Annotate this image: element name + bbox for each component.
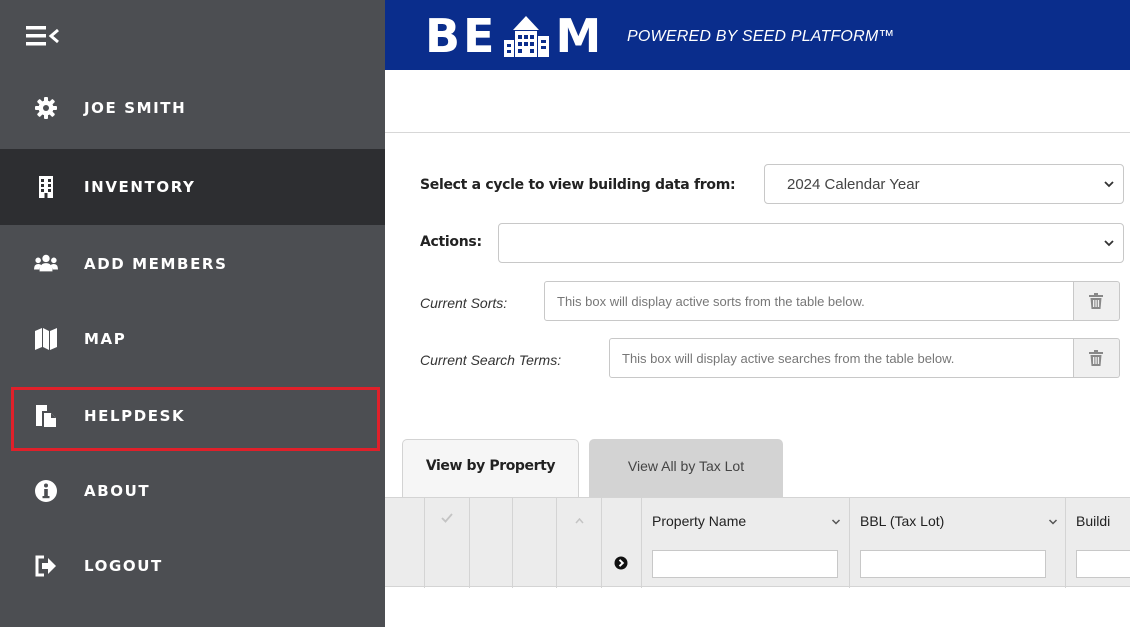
building-filter-input[interactable]: [1076, 550, 1130, 578]
top-header: BE M POWERED BY SEED PLATFORM™: [385, 0, 1130, 70]
sidebar-item-label: INVENTORY: [84, 178, 196, 196]
current-search-label: Current Search Terms:: [420, 352, 562, 368]
column-title: Property Name: [652, 513, 747, 529]
actions-select[interactable]: [498, 223, 1124, 263]
tab-label: View by Property: [425, 458, 556, 474]
bbl-filter-input[interactable]: [860, 550, 1046, 578]
grid-spacer-column: [385, 498, 425, 588]
sidebar-item-label: LOGOUT: [84, 557, 163, 575]
tab-label: View All by Tax Lot: [627, 458, 745, 474]
property-name-filter-input[interactable]: [652, 550, 838, 578]
sidebar: JOE SMITH INVENTORY ADD MEMBERS MAP HELP…: [0, 0, 385, 627]
grid-header: Property Name BBL (Tax Lot) Buildi: [385, 497, 1130, 588]
select-all-column[interactable]: [425, 498, 470, 588]
sidebar-item-label: JOE SMITH: [84, 99, 187, 117]
sidebar-collapse-toggle[interactable]: [26, 24, 66, 48]
chevron-down-icon[interactable]: [1048, 517, 1058, 527]
column-title: BBL (Tax Lot): [860, 513, 945, 529]
sidebar-header: [0, 0, 385, 70]
collapse-menu-icon: [26, 26, 59, 46]
building-logo-icon: [504, 16, 550, 57]
sidebar-item-about[interactable]: ABOUT: [0, 453, 385, 529]
tab-view-by-property[interactable]: View by Property: [402, 439, 579, 497]
sidebar-item-label: ADD MEMBERS: [84, 255, 228, 273]
sidebar-item-inventory[interactable]: INVENTORY: [0, 149, 385, 225]
chevron-down-icon: [1104, 240, 1114, 247]
current-sorts-label: Current Sorts:: [420, 295, 508, 311]
current-sorts-placeholder: This box will display active sorts from …: [557, 294, 865, 309]
cycle-label: Select a cycle to view building data fro…: [420, 177, 736, 193]
beam-logo[interactable]: BE M: [425, 12, 604, 60]
column-building[interactable]: Buildi: [1066, 498, 1130, 588]
expand-column[interactable]: [602, 498, 642, 588]
sidebar-item-map[interactable]: MAP: [0, 301, 385, 377]
divider: [385, 132, 1130, 133]
clear-search-button[interactable]: [1074, 338, 1120, 378]
logo-text-left: BE: [425, 9, 498, 63]
expand-arrow-icon: [614, 556, 628, 570]
clear-sorts-button[interactable]: [1074, 281, 1120, 321]
grid-blank-column: [513, 498, 557, 588]
checkmark-icon: [441, 513, 453, 523]
chevron-down-icon: [1104, 181, 1114, 188]
cycle-select-value: 2024 Calendar Year: [787, 176, 920, 193]
sidebar-item-logout[interactable]: LOGOUT: [0, 528, 385, 604]
trash-icon: [1089, 350, 1103, 366]
sidebar-item-helpdesk[interactable]: HELPDESK: [0, 378, 385, 454]
chevron-up-icon: [575, 517, 584, 524]
sidebar-item-joe-smith[interactable]: JOE SMITH: [0, 70, 385, 146]
tagline: POWERED BY SEED PLATFORM™: [627, 28, 895, 45]
trash-icon: [1089, 293, 1103, 309]
current-search-box: This box will display active searches fr…: [609, 338, 1074, 378]
actions-label: Actions:: [420, 234, 482, 250]
sidebar-item-add-members[interactable]: ADD MEMBERS: [0, 226, 385, 302]
users-icon: [34, 254, 58, 272]
sidebar-item-label: MAP: [84, 330, 127, 348]
chevron-down-icon[interactable]: [831, 517, 841, 527]
sidebar-item-label: HELPDESK: [84, 407, 186, 425]
main-content: Select a cycle to view building data fro…: [385, 70, 1130, 627]
logo-text-right: M: [555, 9, 605, 63]
gear-icon: [35, 97, 57, 119]
building-icon: [39, 176, 53, 198]
helpdesk-icon: [36, 405, 56, 427]
current-search-placeholder: This box will display active searches fr…: [622, 351, 955, 366]
map-icon: [35, 328, 57, 350]
column-title: Buildi: [1076, 513, 1111, 529]
tab-view-all-by-tax-lot[interactable]: View All by Tax Lot: [589, 439, 783, 497]
logout-icon: [35, 555, 56, 577]
info-icon: [35, 480, 57, 502]
current-sorts-box: This box will display active sorts from …: [544, 281, 1074, 321]
column-bbl-tax-lot[interactable]: BBL (Tax Lot): [850, 498, 1066, 588]
grid-blank-column: [470, 498, 513, 588]
sort-column[interactable]: [557, 498, 602, 588]
sidebar-item-label: ABOUT: [84, 482, 151, 500]
column-property-name[interactable]: Property Name: [642, 498, 850, 588]
cycle-select[interactable]: 2024 Calendar Year: [764, 164, 1124, 204]
